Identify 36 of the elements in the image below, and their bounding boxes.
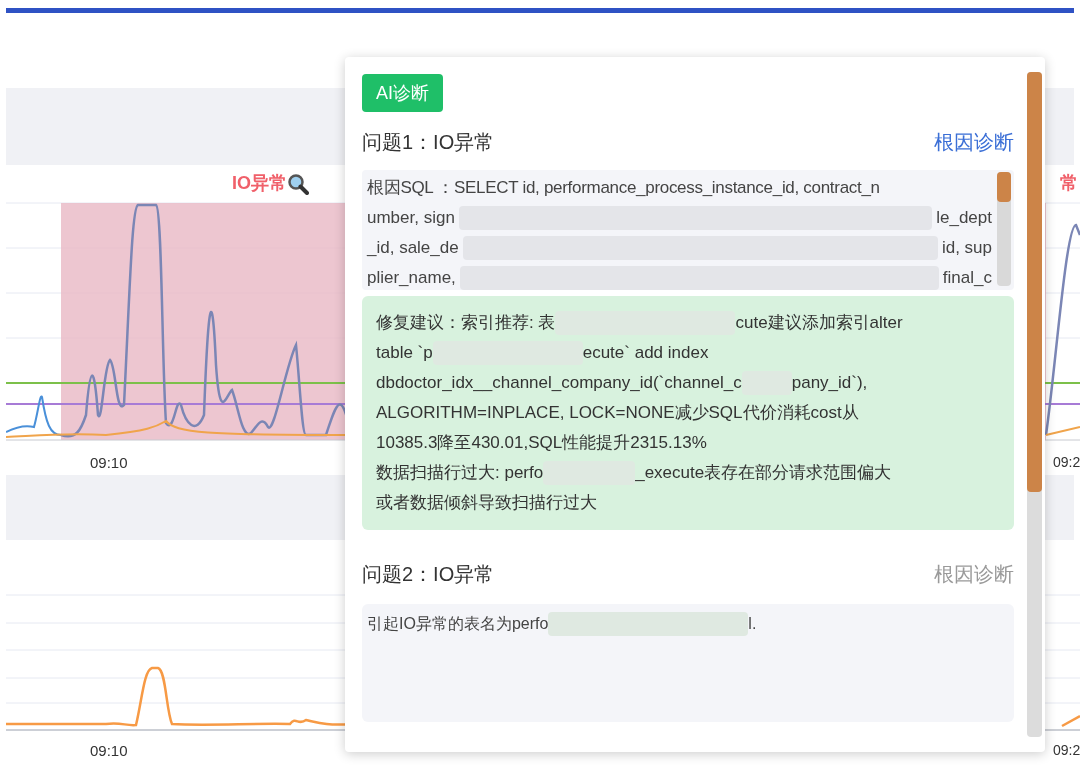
text-line: 或者数据倾斜导致扫描行过大: [376, 492, 598, 514]
scrollbar-thumb[interactable]: [997, 172, 1011, 202]
sql-text: plier_name,: [367, 267, 456, 289]
axis-label: 09:2: [1053, 453, 1080, 472]
root-cause-link[interactable]: 根因诊断: [934, 559, 1014, 589]
text-fragment: 数据扫描行过大: perfo: [376, 462, 544, 484]
text-fragment: cute建议添加索引alter: [735, 312, 903, 334]
text-fragment: pany_id`),: [791, 372, 868, 394]
root-cause-link[interactable]: 根因诊断: [934, 127, 1014, 157]
text-line: 根因SQL ：SELECT id, performance_process_instance_id, contract_n: [367, 177, 881, 199]
text-fragment: dbdoctor_idx__channel_company_id(`channel_c: [376, 372, 742, 394]
sql-text: _id, sale_de: [367, 237, 459, 259]
sql-text: le_dept: [936, 207, 992, 229]
scrollbar-thumb[interactable]: [1027, 72, 1042, 492]
text-line: 10385.3降至430.01,SQL性能提升2315.13%: [376, 432, 708, 454]
sql-text: final_c: [942, 267, 992, 289]
scrollbar[interactable]: [1027, 72, 1042, 737]
text-line: ALGORITHM=INPLACE, LOCK=NONE减少SQL代价消耗cost从: [376, 402, 860, 424]
issue-title: 问题2：IO异常: [362, 562, 495, 587]
text-fragment: l.: [748, 614, 757, 634]
sql-text: umber, sign: [367, 207, 455, 229]
text-fragment: table `p: [376, 342, 433, 364]
sql-text: id, sup: [941, 237, 992, 259]
issue-title: 问题1：IO异常: [362, 130, 495, 155]
text-fragment: _execute表存在部分请求范围偏大: [635, 462, 892, 484]
axis-label: 09:2: [1053, 741, 1080, 760]
text-fragment: 引起IO异常的表名为perfo: [367, 614, 549, 634]
ai-diagnosis-button[interactable]: AI诊断: [362, 74, 443, 112]
anomaly-label[interactable]: 常: [1060, 170, 1078, 197]
text-fragment: ecute` add index: [582, 342, 709, 364]
anomaly-label[interactable]: IO异常: [232, 170, 287, 197]
scrollbar[interactable]: [997, 172, 1011, 286]
search-icon[interactable]: [287, 172, 309, 195]
axis-label: 09:10: [90, 453, 128, 473]
axis-label: 09:10: [90, 741, 128, 761]
text-fragment: 修复建议：索引推荐: 表: [376, 312, 556, 334]
